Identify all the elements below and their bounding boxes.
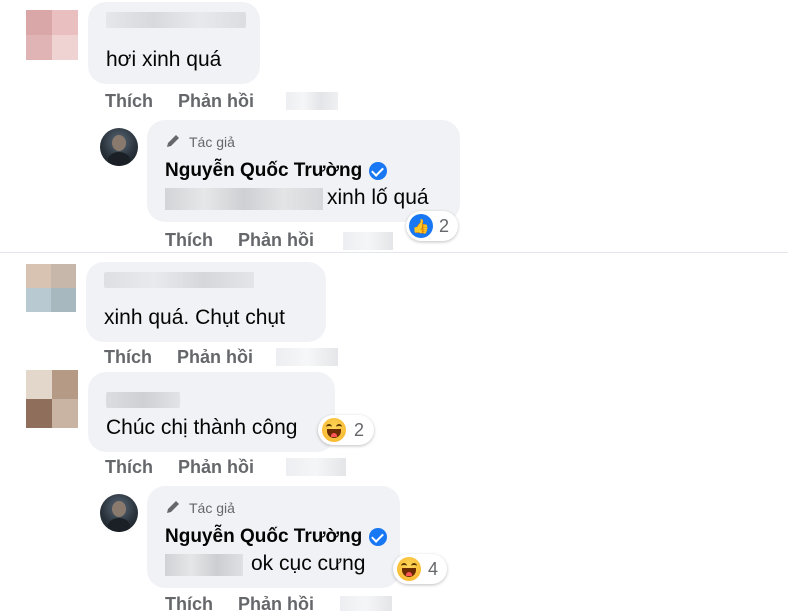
comment-bubble: xinh quá. Chụt chụt	[86, 262, 326, 342]
reaction-summary[interactable]: 4	[393, 554, 447, 584]
timestamp-redacted	[286, 92, 338, 110]
comment-section-1: hơi xinh quá Thích Phản hồi Tác giả Nguy…	[0, 0, 788, 252]
pencil-icon	[167, 501, 179, 513]
image-seam	[0, 252, 788, 253]
commenter-name-redacted	[106, 392, 180, 408]
reply-bubble: Tác giả Nguyễn Quốc Trường xinh lố quá	[147, 120, 460, 222]
comment-section-3: Chúc chị thành công 2 Thích Phản hồi Tác…	[0, 368, 788, 611]
verified-badge-icon	[369, 528, 387, 546]
reply-button[interactable]: Phản hồi	[177, 347, 253, 366]
haha-icon	[397, 557, 421, 581]
timestamp-redacted	[276, 348, 338, 366]
commenter-name-redacted	[104, 272, 254, 288]
reaction-count: 2	[354, 420, 365, 440]
timestamp-redacted	[343, 232, 393, 250]
redacted-text	[165, 554, 243, 576]
author-badge: Tác giả	[189, 500, 235, 516]
reply-text: ok cục cưng	[251, 552, 366, 575]
like-icon: 👍	[409, 214, 433, 238]
haha-icon	[322, 418, 346, 442]
like-button[interactable]: Thích	[105, 91, 153, 112]
reaction-summary[interactable]: 2	[318, 415, 374, 445]
timestamp-redacted	[286, 458, 346, 476]
like-button[interactable]: Thích	[105, 457, 153, 478]
author-avatar[interactable]	[100, 128, 138, 166]
author-name[interactable]: Nguyễn Quốc Trường	[165, 160, 362, 182]
reply-bubble: Tác giả Nguyễn Quốc Trường ok cục cưng	[147, 486, 400, 588]
pencil-icon	[167, 135, 179, 147]
reaction-summary[interactable]: 👍 2	[406, 211, 458, 241]
like-button[interactable]: Thích	[165, 594, 213, 611]
author-badge: Tác giả	[189, 134, 235, 150]
reaction-count: 4	[428, 559, 439, 579]
reply-button[interactable]: Phản hồi	[178, 457, 254, 478]
author-name[interactable]: Nguyễn Quốc Trường	[165, 526, 362, 548]
commenter-avatar[interactable]	[26, 264, 76, 312]
reply-button[interactable]: Phản hồi	[238, 594, 314, 611]
reply-button[interactable]: Phản hồi	[238, 230, 314, 251]
like-button[interactable]: Thích	[104, 347, 152, 366]
reply-button[interactable]: Phản hồi	[178, 91, 254, 112]
reaction-count: 2	[439, 216, 450, 236]
comment-bubble: Chúc chị thành công	[88, 372, 335, 452]
like-button[interactable]: Thích	[165, 230, 213, 251]
comment-section-2: xinh quá. Chụt chụt Thích Phản hồi	[0, 258, 788, 366]
reply-text: xinh lố quá	[327, 186, 429, 209]
comment-bubble: hơi xinh quá	[88, 2, 260, 84]
commenter-avatar[interactable]	[26, 370, 78, 428]
comment-text: hơi xinh quá	[106, 48, 222, 71]
commenter-avatar[interactable]	[26, 10, 78, 60]
comment-text: xinh quá. Chụt chụt	[104, 306, 285, 329]
author-avatar[interactable]	[100, 494, 138, 532]
commenter-name-redacted	[106, 12, 246, 28]
comment-text: Chúc chị thành công	[106, 416, 298, 439]
verified-badge-icon	[369, 162, 387, 180]
redacted-text	[165, 188, 323, 210]
timestamp-redacted	[340, 596, 392, 611]
